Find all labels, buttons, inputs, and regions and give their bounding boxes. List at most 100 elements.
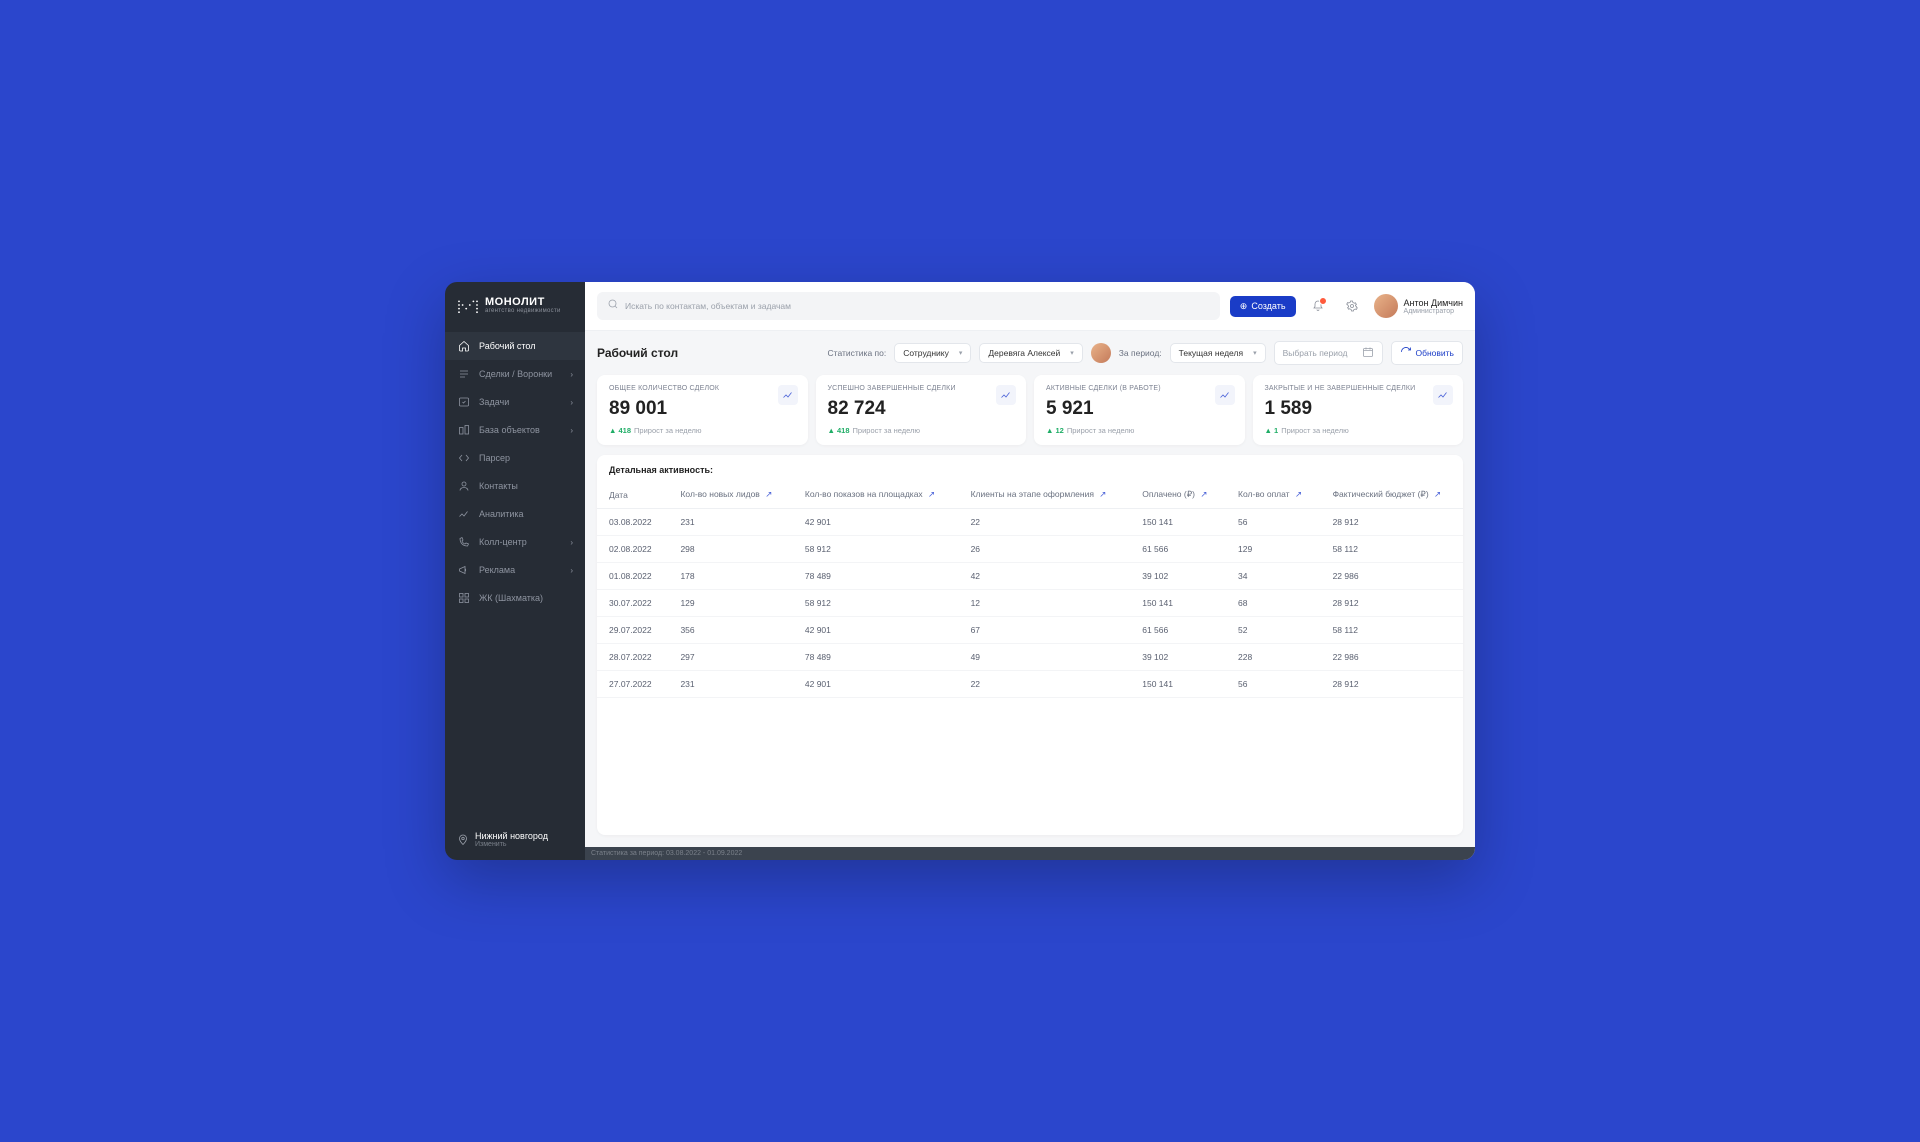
sidebar-item-5[interactable]: Контакты: [445, 472, 585, 500]
main-area: ⊕ Создать Антон Димчин Администратор Раб…: [585, 282, 1475, 860]
sidebar-item-2[interactable]: Задачи›: [445, 388, 585, 416]
city-name: Нижний новгород: [475, 831, 548, 841]
period-label: За период:: [1119, 348, 1162, 358]
table-cell: 22 986: [1321, 644, 1463, 671]
refresh-button[interactable]: Обновить: [1391, 341, 1464, 365]
sidebar-item-4[interactable]: Парсер: [445, 444, 585, 472]
create-button[interactable]: ⊕ Создать: [1230, 296, 1296, 317]
table-row[interactable]: 02.08.202229858 9122661 56612958 112: [597, 536, 1463, 563]
table-cell: 39 102: [1130, 644, 1226, 671]
sidebar-item-label: Сделки / Воронки: [479, 369, 570, 379]
kpi-delta: ▲ 12Прирост за неделю: [1046, 426, 1233, 435]
table-cell: 78 489: [793, 644, 959, 671]
kpi-chart-button[interactable]: [1215, 385, 1235, 405]
city-change-link[interactable]: Изменить: [475, 841, 548, 848]
notification-badge: [1319, 297, 1327, 305]
table-cell: 58 912: [793, 536, 959, 563]
brand-title: МОНОЛИТ: [485, 296, 561, 308]
table-cell: 28 912: [1321, 671, 1463, 698]
employee-select[interactable]: Деревяга Алексей ▾: [979, 343, 1082, 363]
kpi-value: 1 589: [1265, 398, 1452, 420]
table-cell: 58 112: [1321, 617, 1463, 644]
table-cell: 02.08.2022: [597, 536, 668, 563]
search-box[interactable]: [597, 292, 1220, 320]
sidebar-item-0[interactable]: Рабочий стол: [445, 332, 585, 360]
sidebar-item-7[interactable]: Колл-центр›: [445, 528, 585, 556]
sidebar-item-6[interactable]: Аналитика: [445, 500, 585, 528]
table-cell: 150 141: [1130, 590, 1226, 617]
table-cell: 28 912: [1321, 509, 1463, 536]
sidebar-item-label: ЖК (Шахматка): [479, 593, 573, 603]
kpi-chart-button[interactable]: [778, 385, 798, 405]
table-cell: 129: [1226, 536, 1321, 563]
kpi-chart-button[interactable]: [1433, 385, 1453, 405]
kpi-card-0: ОБЩЕЕ КОЛИЧЕСТВО СДЕЛОК 89 001 ▲ 418Прир…: [597, 375, 808, 445]
kpi-value: 89 001: [609, 398, 796, 420]
table-row[interactable]: 27.07.202223142 90122150 1415628 912: [597, 671, 1463, 698]
calendar-icon: [1362, 346, 1374, 360]
logo-icon: [457, 296, 479, 314]
chevron-right-icon: ›: [570, 566, 573, 575]
employee-avatar[interactable]: [1091, 343, 1111, 363]
table-cell: 228: [1226, 644, 1321, 671]
search-input[interactable]: [625, 301, 1210, 311]
sidebar-item-8[interactable]: Реклама›: [445, 556, 585, 584]
user-name: Антон Димчин: [1404, 298, 1463, 308]
date-picker[interactable]: Выбрать период: [1274, 341, 1383, 365]
table-row[interactable]: 01.08.202217878 4894239 1023422 986: [597, 563, 1463, 590]
table-row[interactable]: 30.07.202212958 91212150 1416828 912: [597, 590, 1463, 617]
table-cell: 52: [1226, 617, 1321, 644]
kpi-chart-button[interactable]: [996, 385, 1016, 405]
sidebar-footer[interactable]: Нижний новгород Изменить: [445, 819, 585, 860]
nav-menu: Рабочий столСделки / Воронки›Задачи›База…: [445, 332, 585, 819]
grid-icon: [457, 591, 471, 605]
table-row[interactable]: 28.07.202229778 4894939 10222822 986: [597, 644, 1463, 671]
table-cell: 58 912: [793, 590, 959, 617]
chevron-right-icon: ›: [570, 370, 573, 379]
user-menu[interactable]: Антон Димчин Администратор: [1374, 294, 1463, 318]
table-header[interactable]: Клиенты на этапе оформления ↗: [959, 481, 1131, 509]
table-row[interactable]: 29.07.202235642 9016761 5665258 112: [597, 617, 1463, 644]
trend-icon: ↗: [765, 489, 772, 499]
brand-subtitle: агентство недвижимости: [485, 308, 561, 314]
period-select[interactable]: Текущая неделя ▾: [1170, 343, 1266, 363]
stat-by-select[interactable]: Сотруднику ▾: [894, 343, 971, 363]
table-cell: 28 912: [1321, 590, 1463, 617]
table-cell: 67: [959, 617, 1131, 644]
table-cell: 150 141: [1130, 509, 1226, 536]
sidebar-item-9[interactable]: ЖК (Шахматка): [445, 584, 585, 612]
table-cell: 42 901: [793, 617, 959, 644]
deals-icon: [457, 367, 471, 381]
table-header[interactable]: Кол-во показов на площадках ↗: [793, 481, 959, 509]
kpi-delta: ▲ 418Прирост за неделю: [609, 426, 796, 435]
create-button-label: Создать: [1251, 301, 1285, 311]
table-cell: 298: [668, 536, 792, 563]
kpi-cards: ОБЩЕЕ КОЛИЧЕСТВО СДЕЛОК 89 001 ▲ 418Прир…: [585, 365, 1475, 455]
refresh-icon: [1400, 346, 1412, 360]
kpi-value: 5 921: [1046, 398, 1233, 420]
kpi-delta: ▲ 1Прирост за неделю: [1265, 426, 1452, 435]
table-cell: 150 141: [1130, 671, 1226, 698]
user-role: Администратор: [1404, 308, 1463, 315]
table-header[interactable]: Кол-во новых лидов ↗: [668, 481, 792, 509]
notifications-button[interactable]: [1306, 294, 1330, 318]
sidebar-item-3[interactable]: База объектов›: [445, 416, 585, 444]
kpi-delta: ▲ 418Прирост за неделю: [828, 426, 1015, 435]
period-note: Статистика за период: 03.08.2022 - 01.09…: [585, 847, 1475, 860]
sidebar-item-1[interactable]: Сделки / Воронки›: [445, 360, 585, 388]
chevron-down-icon: ▾: [1253, 349, 1257, 357]
table-row[interactable]: 03.08.202223142 90122150 1415628 912: [597, 509, 1463, 536]
table-header[interactable]: Кол-во оплат ↗: [1226, 481, 1321, 509]
analytics-icon: [457, 507, 471, 521]
table-cell: 78 489: [793, 563, 959, 590]
table-header[interactable]: Дата: [597, 481, 668, 509]
trend-icon: ↗: [1434, 489, 1441, 499]
table-cell: 61 566: [1130, 617, 1226, 644]
table-cell: 178: [668, 563, 792, 590]
sidebar-item-label: Контакты: [479, 481, 573, 491]
settings-button[interactable]: [1340, 294, 1364, 318]
table-header[interactable]: Фактический бюджет (₽) ↗: [1321, 481, 1463, 509]
table-header[interactable]: Оплачено (₽) ↗: [1130, 481, 1226, 509]
topbar: ⊕ Создать Антон Димчин Администратор: [585, 282, 1475, 331]
table-cell: 42: [959, 563, 1131, 590]
